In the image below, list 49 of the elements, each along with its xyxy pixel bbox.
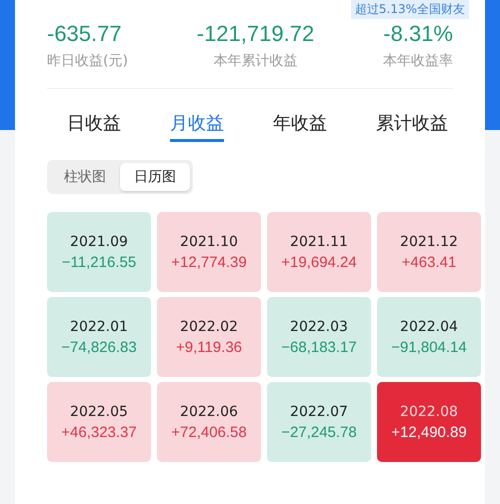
stat-value: -635.77 xyxy=(47,21,123,47)
period-tab[interactable]: 累计收益 xyxy=(376,111,448,142)
month-amount: −74,826.83 xyxy=(61,338,137,356)
month-label: 2021.09 xyxy=(70,234,128,250)
month-label: 2022.07 xyxy=(290,404,348,420)
month-label: 2022.03 xyxy=(290,318,348,334)
month-label: 2022.01 xyxy=(70,318,128,334)
month-amount: −27,245.78 xyxy=(281,424,357,440)
month-cell[interactable]: 2022.04 −91,804.14 xyxy=(377,297,481,377)
stat-value: -8.31% xyxy=(383,21,453,47)
month-cell[interactable]: 2022.02 +9,119.36 xyxy=(157,297,261,377)
month-cell[interactable]: 2022.07 −27,245.78 xyxy=(267,382,371,462)
month-label: 2022.04 xyxy=(400,318,458,334)
month-cell[interactable]: 2022.06 +72,406.58 xyxy=(157,382,261,462)
month-cell[interactable]: 2022.03 −68,183.17 xyxy=(267,297,371,377)
month-label: 2022.06 xyxy=(180,404,238,420)
month-amount: −11,216.55 xyxy=(62,254,136,270)
month-label: 2021.11 xyxy=(290,234,348,250)
month-amount: +72,406.58 xyxy=(171,424,247,440)
month-label: 2022.02 xyxy=(180,318,238,334)
month-cell[interactable]: 2021.09 −11,216.55 xyxy=(47,212,151,292)
month-label: 2021.10 xyxy=(180,234,238,250)
month-cell[interactable]: 2021.12 +463.41 xyxy=(377,212,481,292)
month-cell[interactable]: 2021.11 +19,694.24 xyxy=(267,212,371,292)
month-amount: +19,694.24 xyxy=(281,254,357,270)
month-cell[interactable]: 2021.10 +12,774.39 xyxy=(157,212,261,292)
period-tab[interactable]: 月收益 xyxy=(170,111,224,142)
month-amount: +46,323.37 xyxy=(61,424,137,440)
month-amount: −91,804.14 xyxy=(391,338,467,356)
rank-badge: 超过5.13%全国财友 xyxy=(350,0,469,19)
month-cell[interactable]: 2022.05 +46,323.37 xyxy=(47,382,151,462)
month-amount: −68,183.17 xyxy=(281,338,357,356)
stat-value: -121,719.72 xyxy=(196,21,314,47)
stat-label: 昨日收益(元) xyxy=(47,52,128,70)
period-tab[interactable]: 年收益 xyxy=(273,111,327,142)
stat-label: 本年累计收益 xyxy=(213,52,298,70)
view-option[interactable]: 日历图 xyxy=(120,163,190,191)
stat-label: 本年收益率 xyxy=(383,52,453,70)
month-label: 2022.05 xyxy=(70,404,128,420)
month-label: 2021.12 xyxy=(400,234,458,250)
period-tab[interactable]: 日收益 xyxy=(67,111,121,142)
month-amount: +9,119.36 xyxy=(176,338,242,356)
view-option[interactable]: 柱状图 xyxy=(50,163,120,191)
month-cell[interactable]: 2022.01 −74,826.83 xyxy=(47,297,151,377)
month-amount: +12,490.89 xyxy=(391,424,467,440)
month-amount: +12,774.39 xyxy=(171,254,247,270)
month-label: 2022.08 xyxy=(400,404,458,420)
month-cell[interactable]: 2022.08 +12,490.89 xyxy=(377,382,481,462)
month-amount: +463.41 xyxy=(402,254,456,270)
